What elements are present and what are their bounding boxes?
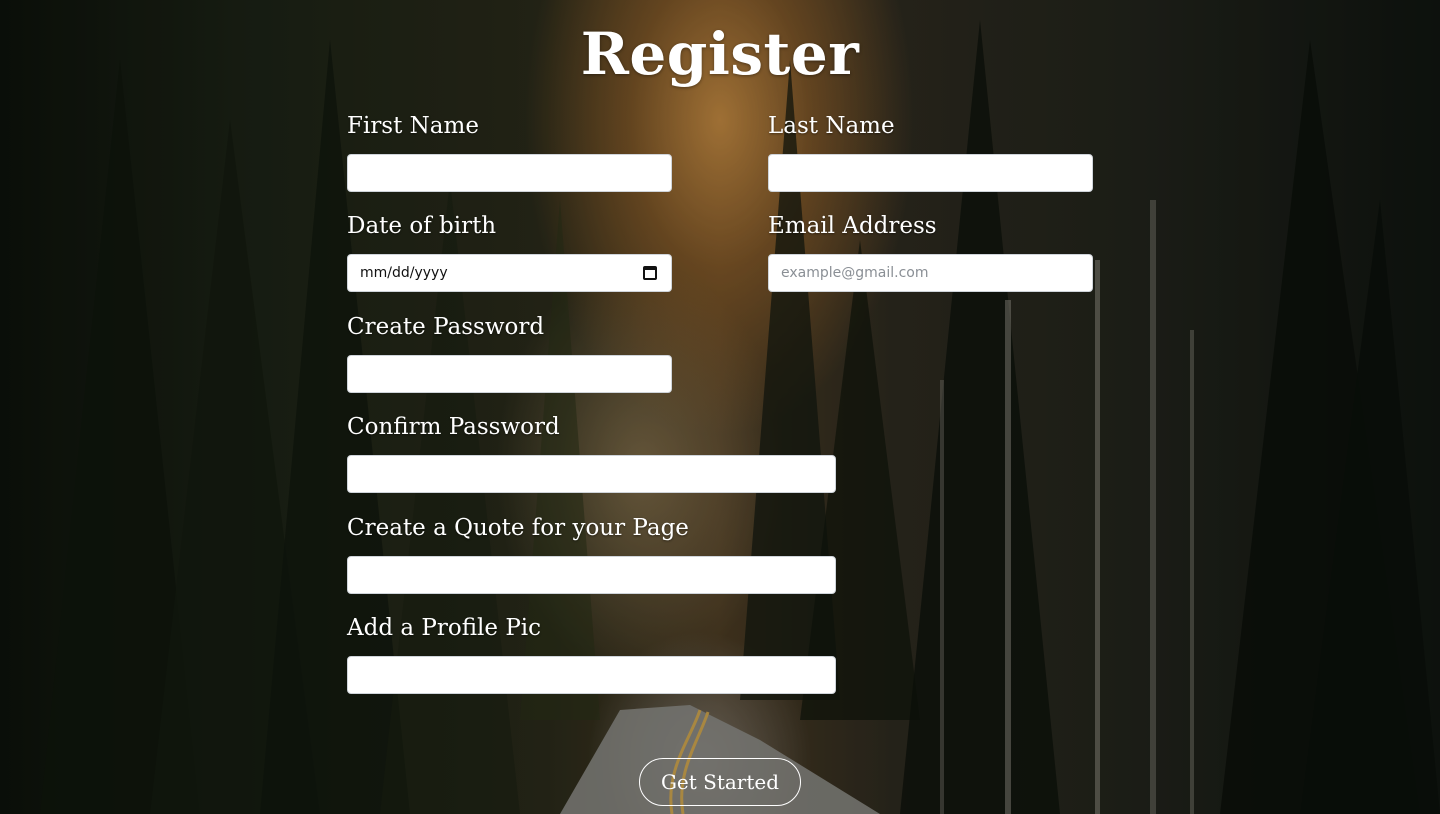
confirm-password-input[interactable] [347, 455, 836, 493]
profile-pic-input[interactable] [347, 656, 836, 694]
password-input[interactable] [347, 355, 672, 393]
confirm-password-group: Confirm Password [347, 413, 836, 493]
calendar-icon[interactable] [643, 266, 657, 280]
email-input[interactable] [768, 254, 1093, 292]
first-name-label: First Name [347, 113, 479, 139]
dob-group: Date of birth mm/dd/yyyy [347, 212, 672, 292]
profile-pic-label: Add a Profile Pic [347, 615, 542, 641]
dob-input[interactable]: mm/dd/yyyy [347, 254, 672, 292]
email-label: Email Address [768, 213, 937, 239]
first-name-input[interactable] [347, 154, 672, 192]
quote-input[interactable] [347, 556, 836, 594]
last-name-group: Last Name [768, 112, 1093, 192]
quote-group: Create a Quote for your Page [347, 514, 836, 594]
confirm-password-label: Confirm Password [347, 414, 560, 440]
page-title: Register [580, 20, 860, 88]
password-label: Create Password [347, 314, 545, 340]
dob-value: mm/dd/yyyy [360, 265, 448, 281]
profile-pic-group: Add a Profile Pic [347, 614, 836, 694]
password-group: Create Password [347, 313, 672, 393]
last-name-label: Last Name [768, 113, 895, 139]
last-name-input[interactable] [768, 154, 1093, 192]
quote-label: Create a Quote for your Page [347, 515, 689, 541]
dob-label: Date of birth [347, 213, 497, 239]
email-group: Email Address [768, 212, 1093, 292]
get-started-button[interactable]: Get Started [639, 758, 801, 806]
first-name-group: First Name [347, 112, 672, 192]
